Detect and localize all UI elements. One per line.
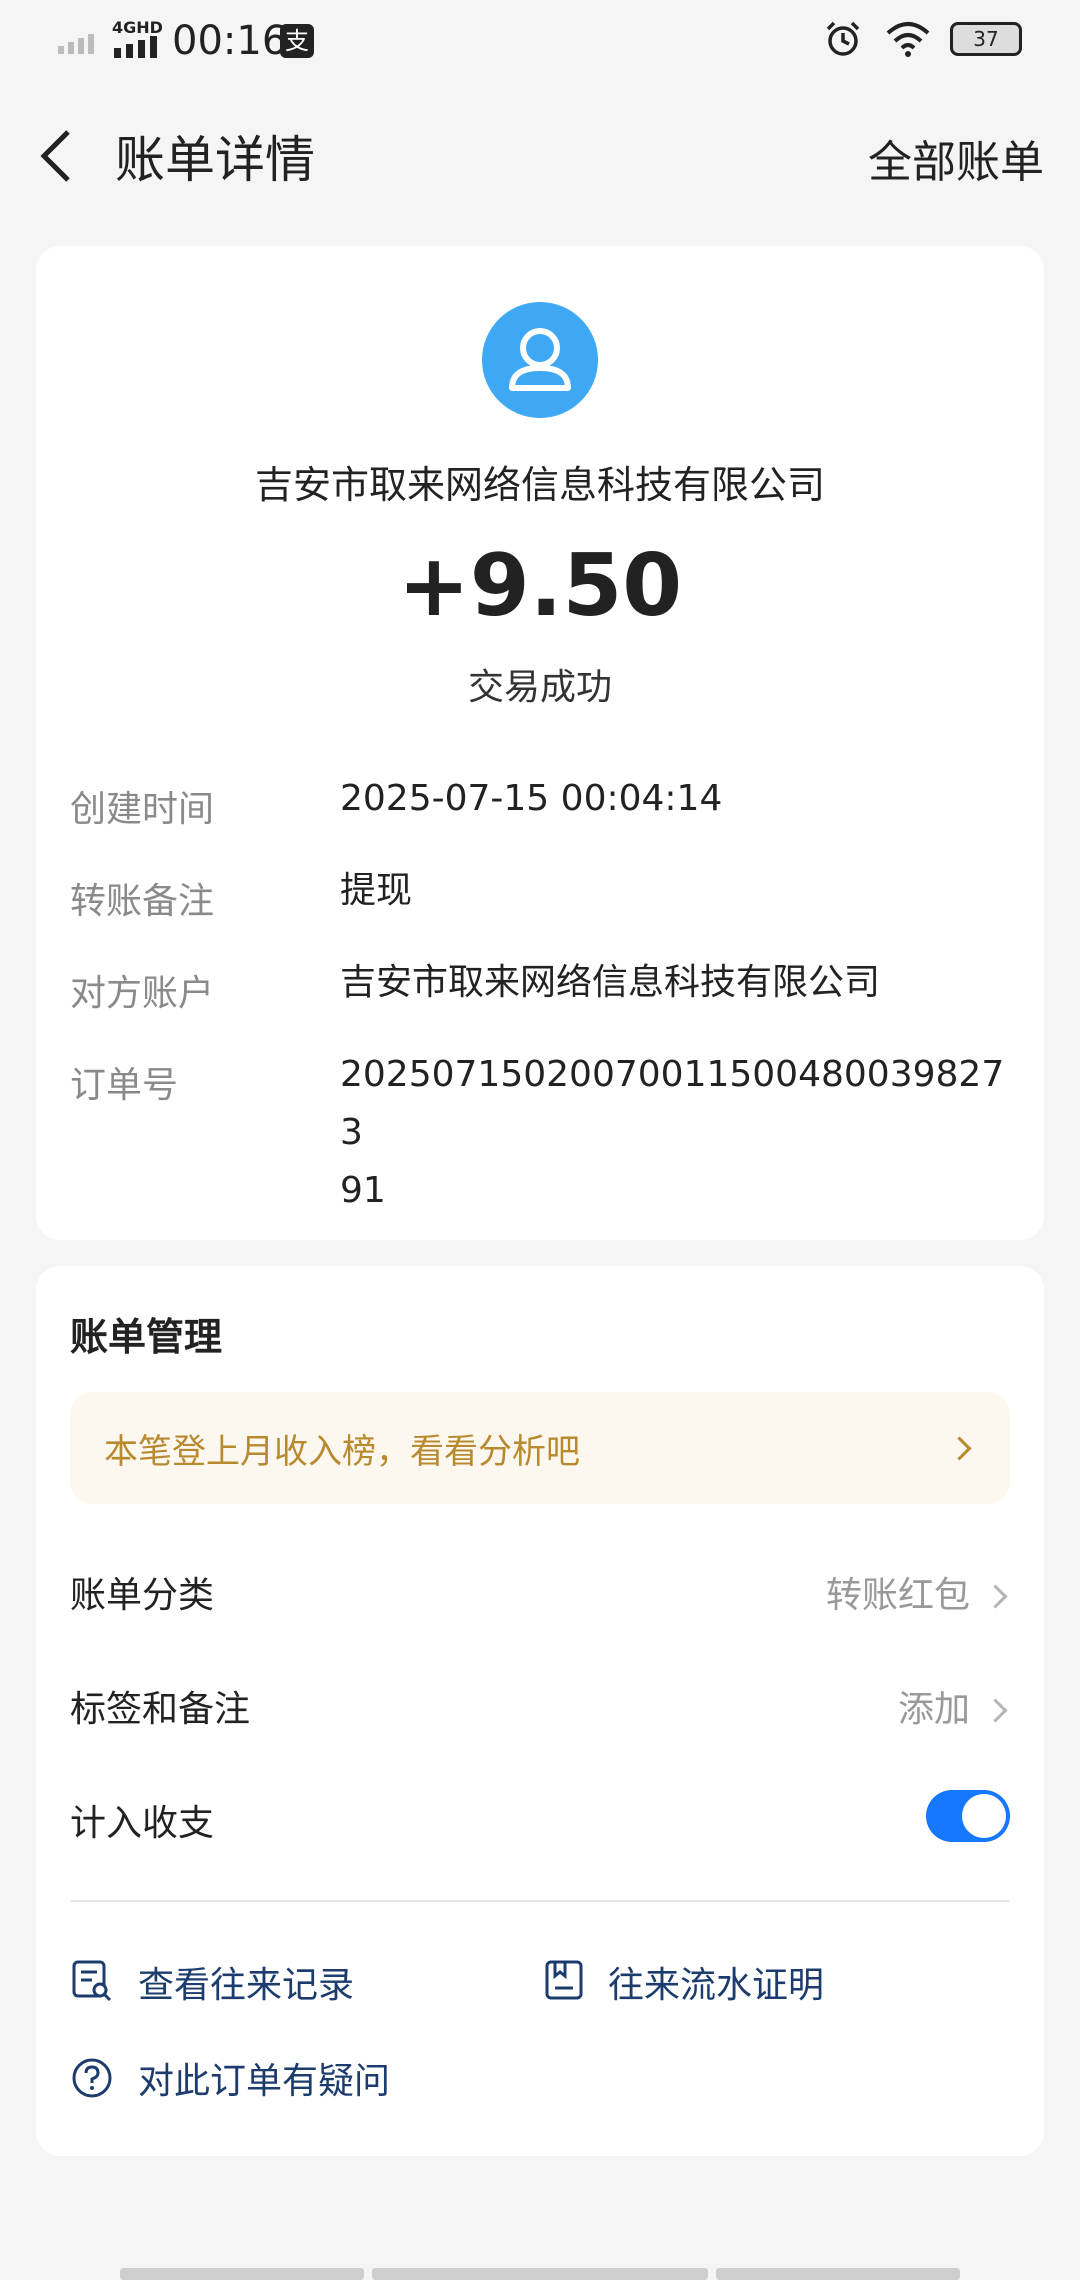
section-title: 账单管理 <box>70 1315 223 1359</box>
signal-icon <box>58 34 94 54</box>
avatar <box>482 302 598 418</box>
include-toggle[interactable] <box>926 1790 1010 1842</box>
bill-summary-card: 吉安市取来网络信息科技有限公司 +9.50 交易成功 创建时间 2025-07-… <box>36 246 1044 1240</box>
alarm-icon <box>826 21 860 56</box>
user-icon <box>509 328 571 391</box>
item-label: 账单分类 <box>70 1575 215 1616</box>
statement-proof-link[interactable]: 往来流水证明 <box>608 1956 824 2008</box>
bottom-bar-segment <box>372 2268 708 2280</box>
detail-value: 2025-07-15 00:04:14 <box>340 778 723 819</box>
transaction-status: 交易成功 <box>467 667 612 708</box>
view-history-link[interactable]: 查看往来记录 <box>138 1956 354 2008</box>
detail-value: 吉安市取来网络信息科技有限公司 <box>340 962 881 1003</box>
order-question-link[interactable]: 对此订单有疑问 <box>138 2052 390 2104</box>
bill-category-row[interactable]: 账单分类 转账红包 <box>70 1566 1010 1626</box>
merchant-name: 吉安市取来网络信息科技有限公司 <box>254 463 825 507</box>
detail-key: 订单号 <box>70 1065 179 1106</box>
amount: +9.50 <box>397 536 683 636</box>
chevron-right-icon <box>947 1436 972 1461</box>
detail-value: 提现 <box>340 870 413 911</box>
chevron-right-icon <box>983 1584 1008 1609</box>
page-title: 账单详情 <box>115 131 315 189</box>
nav-bar: 账单详情 全部账单 <box>0 100 1080 210</box>
order-number[interactable]: 202507150200700115004800398273 91 <box>340 1046 1010 1220</box>
alipay-notification-icon: 支 <box>280 24 314 58</box>
item-label: 标签和备注 <box>70 1689 251 1730</box>
order-number-line2: 91 <box>340 1170 386 1211</box>
bottom-bar-segment <box>716 2268 960 2280</box>
detail-key: 对方账户 <box>70 973 215 1014</box>
status-bar: 4GHD 00:16 支 37 <box>0 0 1080 86</box>
order-number-line1: 20250715020070011500480039827 <box>340 1054 1005 1095</box>
chevron-right-icon <box>983 1698 1008 1723</box>
cell-signal-icon <box>114 36 157 58</box>
detail-key: 创建时间 <box>70 789 215 830</box>
include-in-stats-row: 计入收支 <box>70 1790 1010 1854</box>
divider <box>70 1900 1010 1902</box>
detail-key: 转账备注 <box>70 881 215 922</box>
banner-text: 本笔登上月收入榜，看看分析吧 <box>104 1432 580 1472</box>
wifi-icon <box>886 22 930 57</box>
item-label: 计入收支 <box>70 1803 215 1844</box>
clock: 00:16 <box>172 18 288 64</box>
toggle-knob <box>962 1794 1006 1838</box>
bottom-bar-segment <box>120 2268 364 2280</box>
item-value: 添加 <box>897 1689 970 1730</box>
record-icon <box>72 1960 112 2002</box>
income-ranking-banner[interactable]: 本笔登上月收入榜，看看分析吧 <box>70 1392 1010 1504</box>
item-value: 转账红包 <box>825 1575 970 1616</box>
network-type: 4GHD <box>112 18 163 37</box>
status-right: 37 <box>824 20 1022 58</box>
question-icon <box>72 2058 112 2098</box>
statement-icon <box>545 1960 583 2000</box>
all-bills-link[interactable]: 全部账单 <box>868 126 1044 190</box>
bill-management-card: 账单管理 本笔登上月收入榜，看看分析吧 账单分类 转账红包 标签和备注 添加 计… <box>36 1266 1044 2156</box>
back-icon[interactable] <box>34 126 84 186</box>
battery-indicator: 37 <box>950 22 1022 56</box>
tags-notes-row[interactable]: 标签和备注 添加 <box>70 1680 1010 1740</box>
